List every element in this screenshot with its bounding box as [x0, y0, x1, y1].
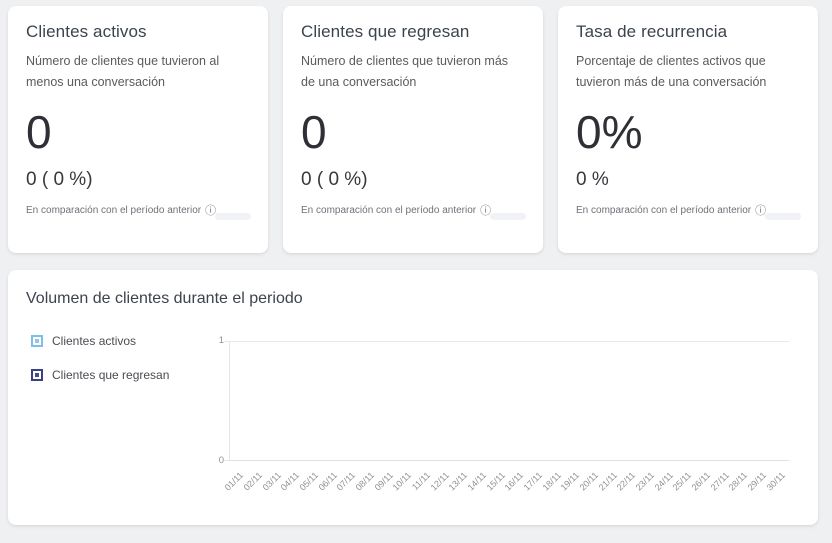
- card-value: 0: [301, 106, 327, 159]
- stat-card-clientes-que-regresan: Clientes que regresan Número de clientes…: [283, 6, 543, 253]
- card-description: Número de clientes que tuvieron más de u…: [301, 54, 509, 89]
- stat-card-tasa-de-recurrencia: Tasa de recurrencia Porcentaje de client…: [558, 6, 818, 253]
- skeleton-pill: [765, 213, 801, 220]
- x-axis-labels: 01/11 02/11 03/11 04/11 05/11 06/11 07/11 08/11…: [223, 466, 789, 510]
- card-delta: 0 %: [576, 168, 609, 190]
- series-active-swatch-icon: [31, 335, 43, 347]
- card-delta: 0 ( 0 %): [301, 168, 368, 190]
- volume-chart-card: Volumen de clientes durante el periodo C…: [8, 270, 818, 525]
- y-axis-tick-label: 0: [218, 455, 224, 466]
- chart-title: Volumen de clientes durante el periodo: [26, 290, 303, 307]
- y-axis-tick-label: 1: [218, 335, 224, 346]
- card-description: Número de clientes que tuvieron al menos…: [26, 54, 220, 89]
- y-axis-tick-mark: [224, 341, 229, 342]
- series-returning-swatch-icon: [31, 369, 43, 381]
- stat-card-clientes-activos: Clientes activos Número de clientes que …: [8, 6, 268, 253]
- legend-item-clientes-activos[interactable]: Clientes activos: [31, 334, 169, 348]
- comparison-note-text: En comparación con el período anterior: [576, 204, 752, 216]
- card-title: Tasa de recurrencia: [576, 22, 728, 41]
- legend-item-clientes-que-regresan[interactable]: Clientes que regresan: [31, 368, 169, 382]
- y-axis-tick-mark: [224, 460, 229, 461]
- card-delta: 0 ( 0 %): [26, 168, 93, 190]
- legend-label: Clientes que regresan: [52, 368, 170, 382]
- skeleton-pill: [490, 213, 526, 220]
- card-title: Clientes que regresan: [301, 22, 470, 41]
- card-value: 0: [26, 106, 52, 159]
- card-description: Porcentaje de clientes activos que tuvie…: [576, 54, 767, 89]
- comparison-note-text: En comparación con el período anterior: [301, 204, 477, 216]
- comparison-note-text: En comparación con el período anterior: [26, 204, 202, 216]
- skeleton-pill: [215, 213, 251, 220]
- legend-label: Clientes activos: [52, 334, 137, 348]
- card-title: Clientes activos: [26, 22, 147, 41]
- card-value: 0%: [576, 106, 643, 159]
- chart-legend: Clientes activos Clientes que regresan: [31, 334, 169, 402]
- chart-plot-area: [224, 341, 789, 461]
- stat-cards-row: Clientes activos Número de clientes que …: [0, 0, 832, 253]
